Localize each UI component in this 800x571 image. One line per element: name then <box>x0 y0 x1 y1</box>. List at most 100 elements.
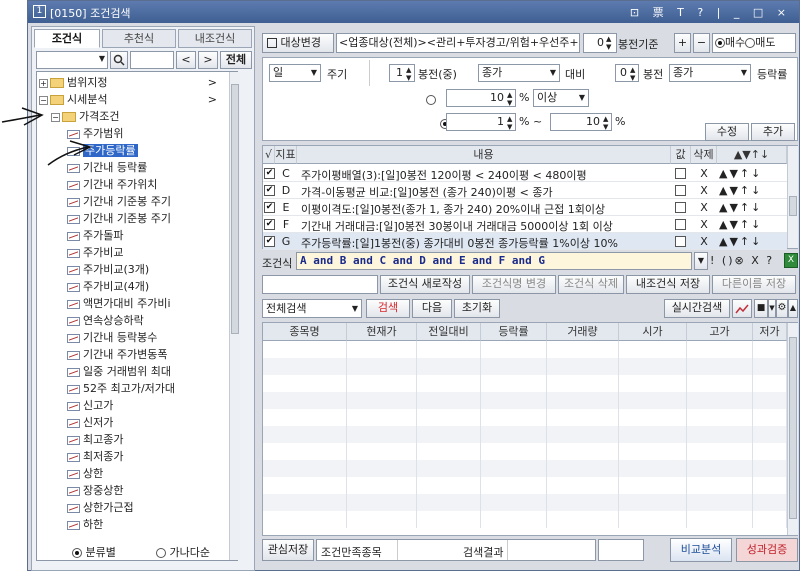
tree-item[interactable]: 기간내 등락봉수 <box>67 329 217 346</box>
row-delete[interactable]: X <box>691 235 717 248</box>
edit-button[interactable]: 수정 <box>705 123 749 141</box>
chevron-down-icon[interactable]: ▼ <box>311 65 317 81</box>
condition-row[interactable]: ✔ F 기간내 거래대금:[일]0봉전 30봉이내 거래대금 5000이상 1회 이… <box>263 216 787 233</box>
save-as-button[interactable]: 다른이름 저장 <box>712 275 796 294</box>
op-delete[interactable]: X <box>751 254 761 267</box>
save-condition-button[interactable]: 내조건식 저장 <box>626 275 710 294</box>
result-col-header[interactable]: 전일대비 <box>417 323 481 341</box>
tree-item[interactable]: 신고가 <box>67 397 217 414</box>
row-checkbox[interactable]: ✔ <box>264 185 275 196</box>
chart-button[interactable] <box>732 299 752 318</box>
formula-dropdown[interactable]: ▼ <box>694 252 708 270</box>
row-checkbox[interactable]: ✔ <box>264 168 275 179</box>
table-row[interactable] <box>263 341 787 358</box>
minus-button[interactable]: − <box>693 33 710 53</box>
tree-item[interactable]: 일중 거래범위 최대 <box>67 363 217 380</box>
compare-button[interactable]: 비교분석 <box>670 538 732 562</box>
radio-on[interactable] <box>72 548 82 558</box>
expand-icon[interactable]: − <box>51 112 60 122</box>
tree-item[interactable]: 기간내 기준봉 주기 <box>67 210 217 227</box>
row-value-checkbox[interactable] <box>675 168 686 179</box>
prev-button[interactable]: < <box>176 51 196 69</box>
stepper-arrows-icon[interactable]: ▲ ▼ <box>507 115 512 131</box>
row-delete[interactable]: X <box>691 218 717 231</box>
search-button[interactable]: 검색 <box>366 299 410 318</box>
stepper-arrows-icon[interactable]: ▲ ▼ <box>630 66 635 82</box>
condition-name-field[interactable] <box>262 275 378 294</box>
sell-radio[interactable] <box>745 38 756 48</box>
val1-stepper[interactable]: 10 <box>446 89 516 107</box>
tree-item[interactable]: 최고종가 <box>67 431 217 448</box>
list-scrollbar[interactable] <box>787 146 798 248</box>
radio-off[interactable] <box>156 548 166 558</box>
excel-icon[interactable]: X <box>784 253 798 268</box>
new-condition-button[interactable]: 조건식 새로작성 <box>380 275 470 294</box>
row-value-checkbox[interactable] <box>675 219 686 230</box>
row-value-checkbox[interactable] <box>675 185 686 196</box>
result-col-header[interactable]: 종목명 <box>263 323 347 341</box>
table-row[interactable] <box>263 392 787 409</box>
row-value-checkbox[interactable] <box>675 202 686 213</box>
search-button[interactable] <box>110 51 128 69</box>
tree-item[interactable]: 신저가 <box>67 414 217 431</box>
condition-row[interactable]: ✔ D 가격-이동평균 비교:[일]0봉전 (종가 240)이평 < 종가 X ▲▼↑↓ <box>263 182 787 199</box>
table-row[interactable] <box>263 511 787 528</box>
list-scroll-thumb[interactable] <box>789 196 797 216</box>
price2-select[interactable]: 종가 ▼ <box>669 64 751 82</box>
sort-radio-alpha[interactable]: 가나다순 <box>156 544 210 560</box>
tree-folder[interactable]: − 시세분석 > <box>39 91 217 108</box>
rename-condition-button[interactable]: 조건식명 변경 <box>472 275 556 294</box>
sort-radio-category[interactable]: 분류별 <box>72 544 116 560</box>
realtime-search-button[interactable]: 실시간검색 <box>664 299 730 318</box>
tree-scroll-thumb[interactable] <box>231 84 239 334</box>
condition-row[interactable]: ✔ E 이평이격도:[일]0봉전(종가 1, 종가 240) 20%이내 근접 1회… <box>263 199 787 216</box>
stepper-arrows-icon[interactable]: ▲ ▼ <box>606 35 611 51</box>
tree-item[interactable]: 상한가근접 <box>67 499 217 516</box>
tree-scrollbar[interactable] <box>229 72 240 560</box>
collapse-button[interactable]: ▲ <box>788 299 798 318</box>
target-text[interactable]: <업종대상(전체)><관리+투자경고/위험+우선주+ <box>336 33 580 53</box>
tree-item[interactable]: 기간내 주가위치 <box>67 176 217 193</box>
condition-tree[interactable]: + 범위지정 > − 시세분석 > − 가격조건 주가범위 주가등락률 기간내 등락률 기간내 주가위… <box>36 71 238 561</box>
tab-my-condition[interactable]: 내조건식 <box>178 29 252 48</box>
tree-item[interactable]: 연속상승하락 <box>67 312 217 329</box>
tree-item[interactable]: 기간내 기준봉 주기 <box>67 193 217 210</box>
condition-row[interactable]: ✔ C 주가이평배열(3):[일]0봉전 120이평 < 240이평 < 480이평… <box>263 165 787 182</box>
row-order-controls[interactable]: ▲▼↑↓ <box>719 184 785 197</box>
tree-item[interactable]: 액면가대비 주가비i <box>67 295 217 312</box>
tree-item[interactable]: 기간내 등락률 <box>67 159 217 176</box>
price1-select[interactable]: 종가 ▼ <box>478 64 560 82</box>
result-col-header[interactable]: 등락률 <box>481 323 547 341</box>
tree-item[interactable]: 주가비교 <box>67 244 217 261</box>
plus-button[interactable]: + <box>674 33 691 53</box>
bong2-stepper[interactable]: 0 <box>615 64 639 82</box>
search-input[interactable]: ▼ <box>36 51 108 69</box>
chevron-down-icon[interactable]: ▼ <box>99 54 105 63</box>
formula-input[interactable]: A and B and C and D and E and F and G <box>296 252 692 270</box>
expand-icon[interactable]: − <box>39 95 48 105</box>
result-col-header[interactable]: 거래량 <box>547 323 619 341</box>
chevron-down-icon[interactable]: ▼ <box>741 65 747 81</box>
expand-icon[interactable]: + <box>39 78 48 88</box>
row-order-controls[interactable]: ▲▼↑↓ <box>719 235 785 248</box>
buy-radio[interactable] <box>715 38 725 48</box>
add-button[interactable]: 추가 <box>751 123 795 141</box>
row-delete[interactable]: X <box>691 201 717 214</box>
next-search-button[interactable]: 다음 <box>412 299 452 318</box>
tree-item[interactable]: 기간내 주가변동폭 <box>67 346 217 363</box>
op1-select[interactable]: 이상 ▼ <box>533 89 589 107</box>
settings-button[interactable]: ⚙ <box>776 299 788 318</box>
tree-item[interactable]: 주가등락률 <box>67 142 217 159</box>
row-checkbox[interactable]: ✔ <box>264 202 275 213</box>
condition-row[interactable]: ✔ G 주가등락률:[일]1봉전(중) 종가대비 0봉전 종가등락률 1%이상 10… <box>263 233 787 250</box>
tree-item[interactable]: 주가돌파 <box>67 227 217 244</box>
tree-item[interactable]: 상한 <box>67 465 217 482</box>
tree-item[interactable]: 하한 <box>67 516 217 533</box>
stepper-arrows-icon[interactable]: ▲ ▼ <box>406 66 411 82</box>
op-help[interactable]: ? <box>766 254 774 267</box>
tree-folder[interactable]: − 가격조건 <box>51 108 217 125</box>
chevron-right-icon[interactable]: > <box>208 74 217 91</box>
delete-condition-button[interactable]: 조건식 삭제 <box>558 275 624 294</box>
search-scope-select[interactable]: 전체검색 ▼ <box>262 299 362 318</box>
table-row[interactable] <box>263 494 787 511</box>
